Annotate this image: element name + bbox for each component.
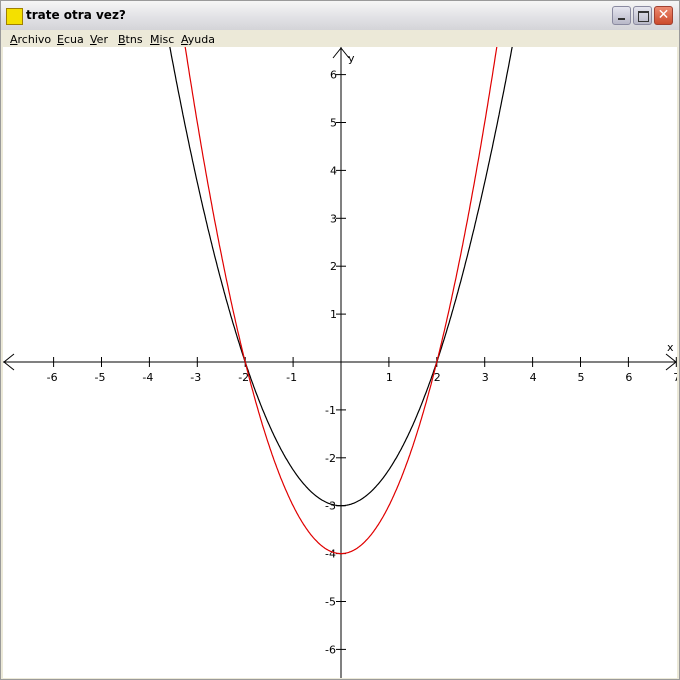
x-tick-label: 3 bbox=[482, 371, 489, 384]
minimize-button[interactable] bbox=[612, 6, 631, 25]
menu-ayuda[interactable]: Ayuda bbox=[181, 33, 215, 46]
x-tick-label: 5 bbox=[578, 371, 585, 384]
x-tick-label: 2 bbox=[434, 371, 441, 384]
y-axis-label: y bbox=[348, 52, 355, 65]
app-icon bbox=[6, 8, 23, 25]
title-bar[interactable]: trate otra vez? ✕ bbox=[1, 1, 679, 30]
x-tick-label: 7 bbox=[673, 371, 677, 384]
y-tick-label: -3 bbox=[325, 500, 336, 513]
x-tick-label: -3 bbox=[190, 371, 201, 384]
menu-ver[interactable]: Ver bbox=[90, 33, 108, 46]
x-tick-label: 4 bbox=[530, 371, 537, 384]
y-tick-label: -5 bbox=[325, 596, 336, 609]
x-tick-label: -1 bbox=[286, 371, 297, 384]
menu-btns[interactable]: Btns bbox=[118, 33, 143, 46]
minimize-icon bbox=[618, 18, 625, 20]
y-tick-label: -6 bbox=[325, 643, 336, 656]
graph-svg: xy-6 -5 -4 -3 -2 -1 1 2 3 4 5 6 7-6-5-4-3-2-1123456 bbox=[3, 47, 677, 678]
x-tick-label: -6 bbox=[47, 371, 58, 384]
x-tick-label: 1 bbox=[386, 371, 393, 384]
y-tick-label: 4 bbox=[330, 164, 337, 177]
y-tick-label: 1 bbox=[330, 308, 337, 321]
y-tick-label: 2 bbox=[330, 260, 337, 273]
x-tick-label: -4 bbox=[142, 371, 153, 384]
x-tick-label: 6 bbox=[625, 371, 632, 384]
y-tick-label: 5 bbox=[330, 117, 337, 130]
y-tick-label: -1 bbox=[325, 404, 336, 417]
menu-misc[interactable]: Misc bbox=[150, 33, 174, 46]
y-tick-label: 6 bbox=[330, 69, 337, 82]
menu-bar: Archivo Ecua Ver Btns Misc Ayuda bbox=[1, 30, 679, 48]
menu-ecua[interactable]: Ecua bbox=[57, 33, 84, 46]
maximize-icon bbox=[638, 11, 649, 22]
graph-area[interactable]: x y -6 -5 -4 -3 -2 -1 1 2 3 4 5 6 7 -6 -5 -4 -3 -2 -1 1 2 3 4 5 6 bbox=[3, 47, 677, 678]
y-tick-label: 3 bbox=[330, 212, 337, 225]
maximize-button[interactable] bbox=[633, 6, 652, 25]
x-axis-label: x bbox=[667, 341, 674, 354]
y-tick-label: -2 bbox=[325, 452, 336, 465]
close-button[interactable]: ✕ bbox=[654, 6, 673, 25]
window-title: trate otra vez? bbox=[26, 8, 126, 22]
close-icon: ✕ bbox=[657, 7, 670, 23]
x-tick-label: -5 bbox=[95, 371, 106, 384]
menu-archivo[interactable]: Archivo bbox=[10, 33, 51, 46]
